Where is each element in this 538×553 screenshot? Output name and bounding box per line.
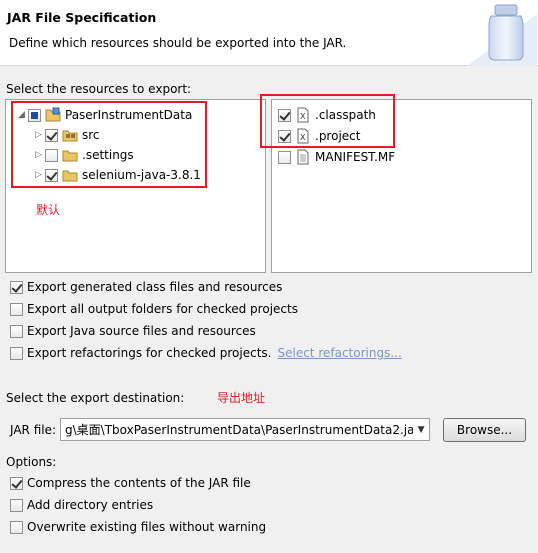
jar-file-label: JAR file: [10,423,57,437]
option-label: Export all output folders for checked pr… [27,302,298,316]
option-export-output-folders[interactable]: Export all output folders for checked pr… [10,302,298,316]
option-label: Compress the contents of the JAR file [27,476,251,490]
highlight-box-left [11,101,207,188]
jar-icon [467,4,537,66]
checkbox[interactable] [10,476,23,490]
jar-file-value[interactable]: g\桌面\TboxPaserInstrumentData\PaserInstru… [65,421,413,438]
option-label: Export generated class files and resourc… [27,280,283,294]
checkbox[interactable] [10,280,23,294]
wizard-header: JAR File Specification Define which reso… [0,0,538,66]
checkbox[interactable] [10,324,23,338]
checkbox[interactable] [10,302,23,316]
option-label: Add directory entries [27,498,154,512]
jar-file-combo[interactable]: g\桌面\TboxPaserInstrumentData\PaserInstru… [60,418,430,441]
options-label: Options: [6,455,57,469]
option-export-class-files[interactable]: Export generated class files and resourc… [10,280,282,294]
option-label: Export Java source files and resources [27,324,256,338]
option-add-directory-entries[interactable]: Add directory entries [10,498,153,512]
destination-label: Select the export destination: [6,391,185,405]
option-export-source-files[interactable]: Export Java source files and resources [10,324,256,338]
page-title: JAR File Specification [7,10,157,25]
option-label: Export refactorings for checked projects… [27,346,272,360]
checkbox[interactable] [10,498,23,512]
browse-button[interactable]: Browse... [443,418,526,442]
option-overwrite[interactable]: Overwrite existing files without warning [10,520,266,534]
select-refactorings-link[interactable]: Select refactorings... [277,346,401,360]
option-compress[interactable]: Compress the contents of the JAR file [10,476,251,490]
page-description: Define which resources should be exporte… [9,36,347,50]
highlight-box-right [260,94,395,148]
checkbox[interactable] [10,520,23,534]
dropdown-arrow-icon[interactable]: ▼ [413,425,429,435]
file-item-label: MANIFEST.MF [315,150,396,164]
text-file-icon [297,149,309,165]
annotation-export: 导出地址 [217,391,266,405]
option-export-refactorings[interactable]: Export refactorings for checked projects… [10,346,402,360]
annotation-default: 默认 [36,203,61,217]
option-label: Overwrite existing files without warning [27,520,267,534]
resources-label: Select the resources to export: [6,82,192,96]
checkbox[interactable] [10,346,23,360]
file-item-manifest[interactable]: MANIFEST.MF [278,148,395,166]
file-checkbox[interactable] [278,150,291,164]
